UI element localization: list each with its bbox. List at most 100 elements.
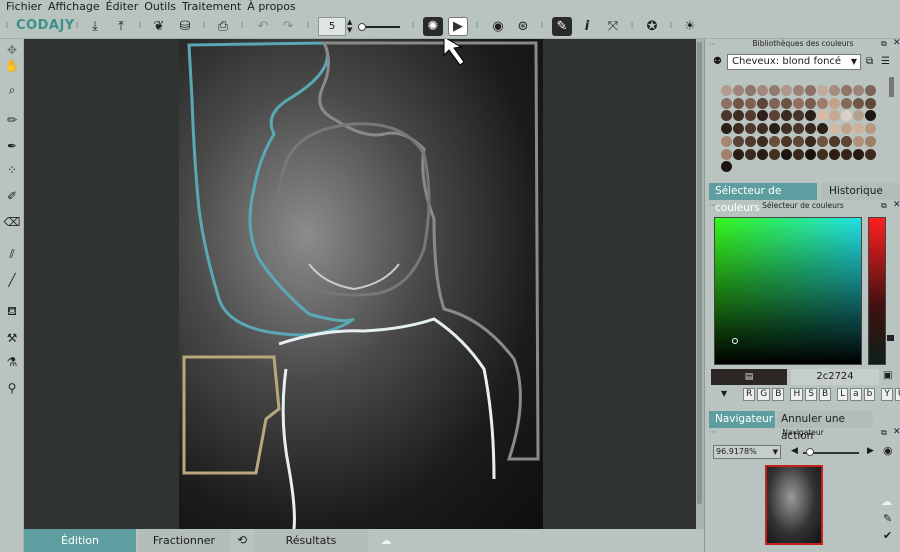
bug-icon[interactable]: ☀ [680,17,700,36]
help-icon[interactable]: ☁ [376,529,396,552]
color-swatch[interactable] [853,148,864,160]
color-swatch[interactable] [793,85,804,96]
bucket-icon[interactable]: ⛁ [175,17,195,36]
color-swatch[interactable] [865,97,876,109]
play-button[interactable]: ▶ [448,17,468,36]
scrollbar-thumb[interactable] [697,42,702,504]
color-swatch[interactable] [757,123,768,135]
color-swatch[interactable] [745,85,756,96]
color-swatch[interactable] [721,123,732,135]
color-picker-handle[interactable] [732,338,738,344]
brush-icon[interactable]: ✏ [3,111,21,129]
mode-h[interactable]: H [790,388,804,401]
mode-y[interactable]: Y [881,388,893,401]
image-canvas[interactable] [24,39,696,529]
color-swatch[interactable] [805,110,816,122]
color-swatch[interactable] [865,135,876,147]
color-swatch[interactable] [781,97,792,109]
link-icon[interactable]: ⧉ [866,56,873,67]
color-swatch[interactable] [781,148,792,160]
dotted-brush-icon[interactable]: ⁘ [3,161,21,179]
line-tool-icon[interactable]: ⫽ [3,245,21,263]
color-swatch[interactable] [853,85,864,96]
hue-slider-handle[interactable] [887,335,894,341]
color-swatch[interactable] [817,123,828,135]
color-swatch[interactable] [793,97,804,109]
color-swatch[interactable] [805,85,816,96]
color-swatch[interactable] [733,110,744,122]
color-swatch[interactable] [805,97,816,109]
color-swatch[interactable] [865,85,876,96]
color-swatch[interactable] [829,123,840,135]
close-icon[interactable]: ✕ [893,427,900,437]
list-icon[interactable]: ☰ [881,56,890,67]
color-swatch[interactable] [781,135,792,147]
slider-handle[interactable] [358,23,366,31]
tab-undo[interactable]: Annuler une action [777,411,873,442]
color-swatch[interactable] [853,110,864,122]
color-swatch[interactable] [829,97,840,109]
eyedropper-icon[interactable]: ⚲ [3,379,21,397]
color-swatch[interactable] [745,148,756,160]
color-swatch[interactable] [853,97,864,109]
brush-size-stepper[interactable]: ▲ ▼ [347,18,352,34]
color-swatch[interactable] [793,123,804,135]
menu-traitement[interactable]: Traitement [182,0,241,14]
mode-u[interactable]: U [894,388,900,401]
color-swatch[interactable] [817,97,828,109]
color-swatch[interactable] [757,110,768,122]
stamp-icon[interactable]: ⚒ [3,329,21,347]
color-swatch[interactable] [721,110,732,122]
zoom-out-icon[interactable]: ◀ [791,446,798,456]
mode-lab-b[interactable]: b [863,388,876,401]
color-swatch[interactable] [817,110,828,122]
pencil-icon[interactable]: ✐ [3,187,21,205]
palette-icon[interactable]: ❦ [149,17,169,36]
mode-b[interactable]: B [772,388,785,401]
replace-color-icon[interactable]: ⚗ [3,353,21,371]
mode-b2[interactable]: B [818,388,832,401]
color-swatch[interactable] [865,123,876,135]
color-swatch[interactable] [721,135,732,147]
float-icon[interactable]: ⧉ [881,428,887,438]
color-swatch[interactable] [769,123,780,135]
color-swatch[interactable] [853,123,864,135]
color-swatch[interactable] [841,123,852,135]
color-swatch[interactable] [841,110,852,122]
color-swatch[interactable] [721,148,732,160]
tab-color-selector[interactable]: Sélecteur de couleurs [709,183,817,214]
zoom-icon[interactable]: ⌕ [3,81,21,99]
color-swatch[interactable] [733,148,744,160]
eye-icon[interactable]: ◉ [488,17,508,36]
color-swatch[interactable] [817,85,828,96]
color-swatch[interactable] [721,97,732,109]
menu-outils[interactable]: Outils [144,0,176,14]
color-swatch[interactable] [757,97,768,109]
color-swatch[interactable] [757,135,768,147]
library-select[interactable]: Cheveux: blond foncé ▼ [727,54,861,70]
color-swatch[interactable] [733,97,744,109]
marker-icon[interactable]: ✒ [3,137,21,155]
checkmark-icon[interactable]: ✔ [883,529,892,542]
color-swatch[interactable] [865,110,876,122]
pencil-icon[interactable]: ✎ [883,512,892,525]
color-swatch[interactable] [757,85,768,96]
zoom-slider-handle[interactable] [806,448,814,456]
menu-fichier[interactable]: Fichier [6,0,42,14]
color-swatch[interactable] [829,85,840,96]
color-swatch[interactable] [757,148,768,160]
color-swatch[interactable] [745,110,756,122]
color-swatch[interactable] [781,85,792,96]
thin-brush-icon[interactable]: ╱ [3,271,21,289]
mode-a[interactable]: a [850,388,862,401]
mode-l[interactable]: L [837,388,849,401]
refresh-icon[interactable]: ⟲ [230,529,254,552]
colorize-icon[interactable]: ✺ [423,17,443,36]
menu-a-propos[interactable]: À propos [247,0,295,14]
tab-history[interactable]: Historique des [821,183,900,200]
color-swatch[interactable] [769,110,780,122]
color-swatch[interactable] [829,135,840,147]
users-icon[interactable]: ⚉ [713,56,722,67]
region-strokes-layer[interactable] [24,39,696,529]
color-swatch[interactable] [829,148,840,160]
